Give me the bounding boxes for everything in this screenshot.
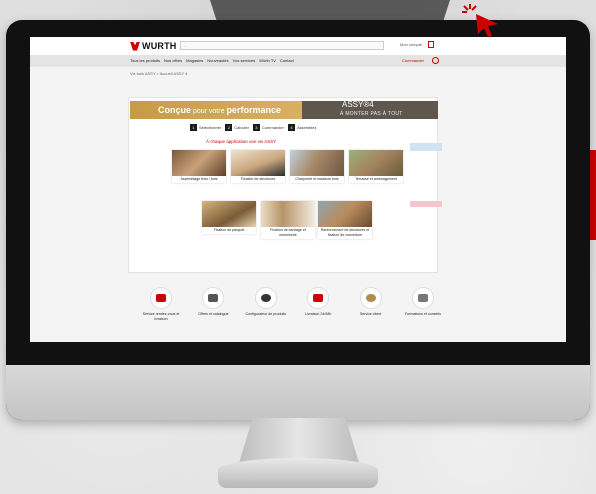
card-image <box>318 201 372 227</box>
services-row: Service rendez-vous et livraison Offres … <box>136 287 448 322</box>
breadcrumb[interactable]: Vis bois ASSY > Accueil ASSY 4 <box>130 71 187 76</box>
monitor-chin <box>6 365 590 420</box>
card-image <box>202 201 256 227</box>
service-label: Service client <box>359 312 382 316</box>
service-item[interactable]: Service client <box>346 287 396 322</box>
nav-item[interactable]: Würth TV <box>259 58 276 63</box>
step-item[interactable]: 1 Sélectionner <box>190 124 221 131</box>
application-card[interactable]: Assemblage bois / bois <box>172 150 226 183</box>
banner-product-title: ASSY®4 <box>342 100 374 109</box>
card-caption: Renforcement de structures et fixation d… <box>320 228 370 237</box>
wurth-logo-icon <box>130 41 140 51</box>
step-number: 3 <box>252 124 260 131</box>
card-image <box>261 201 315 227</box>
banner-title: Conçue pour votre performance <box>158 105 281 115</box>
service-item[interactable]: Livraison 24/48h <box>293 287 343 322</box>
card-caption: Fixation de parquet <box>213 228 245 232</box>
site-header: WURTH ... Mon compte <box>30 37 566 55</box>
service-item[interactable]: Configurateur de produits <box>241 287 291 322</box>
service-item[interactable]: Offres et catalogue <box>188 287 238 322</box>
step-item[interactable]: 2 Calculer <box>225 124 249 131</box>
catalog-icon <box>202 287 225 309</box>
step-label: Calculer <box>234 125 249 130</box>
service-label: Formations et conseils <box>404 312 441 316</box>
delivery-truck-icon <box>307 287 330 309</box>
application-card[interactable]: Fixation de parquet <box>202 201 256 234</box>
service-item[interactable]: Formations et conseils <box>398 287 448 322</box>
application-card[interactable]: Terrasse et aménagement <box>349 150 403 183</box>
step-item[interactable]: 3 Commander <box>252 124 284 131</box>
banner-title-bold2: performance <box>226 105 281 115</box>
step-number: 4 <box>287 124 295 131</box>
customer-service-icon <box>359 287 382 309</box>
card-caption: Fixation de bardage et menuiserie <box>270 228 306 237</box>
configurator-icon <box>254 287 277 309</box>
banner-product-sub: À MONTER PAS À TOUT <box>340 111 403 117</box>
side-banner-pink[interactable] <box>410 201 442 207</box>
nav-items: Tous les produits Nos offres Magasins No… <box>130 58 294 63</box>
service-label: Service rendez-vous et livraison <box>142 312 180 321</box>
monitor-stand-foot <box>218 458 378 488</box>
banner-title-light: pour votre <box>191 108 227 115</box>
brand-name: WURTH <box>142 41 177 51</box>
brand-logo[interactable]: WURTH <box>130 41 177 51</box>
section-heading: À chaque application une vis ASSY <box>206 139 277 144</box>
nav-item[interactable]: Vos services <box>233 58 255 63</box>
card-caption: Assemblage bois / bois <box>180 177 218 181</box>
card-image <box>172 150 226 176</box>
card-image <box>349 150 403 176</box>
card-caption: Charpente et ossature bois <box>295 177 339 181</box>
calendar-icon <box>150 287 172 309</box>
step-label: Assemblez <box>296 125 317 130</box>
application-card[interactable]: Fixation de bardage et menuiserie <box>261 201 315 239</box>
nav-item[interactable]: Contact <box>280 58 294 63</box>
step-item[interactable]: 4 Assemblez <box>287 124 317 131</box>
step-number: 2 <box>225 124 233 131</box>
application-card[interactable]: Renforcement de structures et fixation d… <box>318 201 372 239</box>
card-caption: Fixation de structures <box>240 177 276 181</box>
cart-icon[interactable] <box>428 41 434 48</box>
cursor-icon <box>476 14 498 37</box>
user-icon[interactable] <box>432 57 439 64</box>
order-link[interactable]: Commander <box>402 58 424 63</box>
card-caption: Terrasse et aménagement <box>355 177 397 181</box>
step-label: Sélectionner <box>199 125 222 130</box>
service-label: Offres et catalogue <box>198 312 229 316</box>
nav-item[interactable]: Nouveautés <box>207 58 228 63</box>
steps-bar: 1 Sélectionner 2 Calculer 3 Commander 4 Asse… <box>190 124 317 131</box>
account-link[interactable]: Mon compte <box>400 42 422 47</box>
training-icon <box>411 287 434 309</box>
service-label: Configurateur de produits <box>245 312 287 316</box>
main-nav: Tous les produits Nos offres Magasins No… <box>30 55 566 67</box>
service-item[interactable]: Service rendez-vous et livraison <box>136 287 186 322</box>
step-label: Commander <box>261 125 284 130</box>
card-image <box>290 150 344 176</box>
search-input[interactable]: ... <box>180 41 384 50</box>
banner-title-bold: Conçue <box>158 105 192 115</box>
side-banner-blue[interactable] <box>410 143 442 151</box>
application-card[interactable]: Charpente et ossature bois <box>290 150 344 183</box>
nav-item[interactable]: Nos offres <box>164 58 182 63</box>
nav-item[interactable]: Tous les produits <box>130 58 160 63</box>
nav-item[interactable]: Magasins <box>186 58 203 63</box>
service-label: Livraison 24/48h <box>304 312 332 316</box>
application-card[interactable]: Fixation de structures <box>231 150 285 183</box>
step-number: 1 <box>190 124 197 131</box>
card-image <box>231 150 285 176</box>
